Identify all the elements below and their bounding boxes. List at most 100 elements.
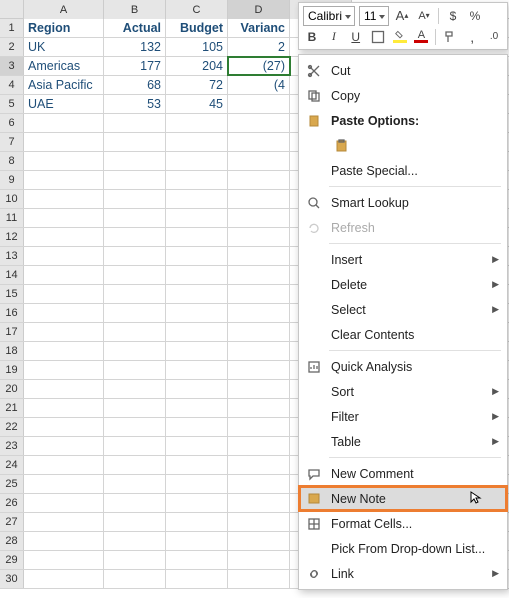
row-header[interactable]: 10 xyxy=(0,190,24,208)
cell[interactable] xyxy=(228,266,290,284)
menu-link[interactable]: Link ▶ xyxy=(299,561,507,586)
row-header[interactable]: 9 xyxy=(0,171,24,189)
cell[interactable]: 53 xyxy=(104,95,166,113)
cell[interactable] xyxy=(166,323,228,341)
cell[interactable] xyxy=(24,228,104,246)
menu-pick-from-list[interactable]: Pick From Drop-down List... xyxy=(299,536,507,561)
cell[interactable] xyxy=(228,399,290,417)
cell[interactable] xyxy=(24,494,104,512)
row-header[interactable]: 8 xyxy=(0,152,24,170)
cell[interactable] xyxy=(228,133,290,151)
border-icon[interactable] xyxy=(369,27,387,47)
row-header[interactable]: 27 xyxy=(0,513,24,531)
cell[interactable] xyxy=(24,190,104,208)
cell[interactable] xyxy=(24,171,104,189)
cell[interactable] xyxy=(104,247,166,265)
cell[interactable]: Region xyxy=(24,19,104,37)
cell[interactable] xyxy=(166,342,228,360)
cell[interactable] xyxy=(24,513,104,531)
row-header[interactable]: 13 xyxy=(0,247,24,265)
cell[interactable] xyxy=(166,532,228,550)
cell[interactable] xyxy=(24,342,104,360)
cell[interactable] xyxy=(166,456,228,474)
cell[interactable] xyxy=(104,266,166,284)
cell[interactable] xyxy=(228,551,290,569)
decrease-font-icon[interactable]: A▾ xyxy=(415,6,433,26)
cell[interactable] xyxy=(24,380,104,398)
cell[interactable] xyxy=(24,133,104,151)
cell[interactable]: 204 xyxy=(166,57,228,75)
cell[interactable] xyxy=(104,133,166,151)
cell[interactable] xyxy=(166,380,228,398)
menu-clear-contents[interactable]: Clear Contents xyxy=(299,322,507,347)
row-header[interactable]: 16 xyxy=(0,304,24,322)
cell[interactable] xyxy=(104,228,166,246)
menu-insert[interactable]: Insert▶ xyxy=(299,247,507,272)
cell[interactable] xyxy=(24,152,104,170)
cell[interactable] xyxy=(228,570,290,588)
row-header[interactable]: 14 xyxy=(0,266,24,284)
row-header[interactable]: 15 xyxy=(0,285,24,303)
col-header-b[interactable]: B xyxy=(104,0,166,19)
cell[interactable] xyxy=(228,209,290,227)
row-header[interactable]: 5 xyxy=(0,95,24,113)
cell[interactable] xyxy=(104,209,166,227)
cell[interactable]: Americas xyxy=(24,57,104,75)
cell[interactable] xyxy=(166,171,228,189)
row-header[interactable]: 30 xyxy=(0,570,24,588)
cell[interactable] xyxy=(166,418,228,436)
cell[interactable] xyxy=(104,456,166,474)
format-painter-icon[interactable] xyxy=(441,27,459,47)
cell[interactable] xyxy=(104,380,166,398)
col-header-d[interactable]: D xyxy=(228,0,290,19)
cell[interactable] xyxy=(24,114,104,132)
cell[interactable] xyxy=(228,380,290,398)
cell[interactable]: Varianc xyxy=(228,19,290,37)
cell[interactable] xyxy=(166,304,228,322)
cell[interactable]: 45 xyxy=(166,95,228,113)
cell[interactable]: 177 xyxy=(104,57,166,75)
row-header[interactable]: 28 xyxy=(0,532,24,550)
cell[interactable]: (4 xyxy=(228,76,290,94)
cell[interactable] xyxy=(104,152,166,170)
menu-delete[interactable]: Delete▶ xyxy=(299,272,507,297)
font-size-combo[interactable]: 11 xyxy=(359,6,389,26)
cell[interactable] xyxy=(228,304,290,322)
cell[interactable] xyxy=(104,304,166,322)
col-header-a[interactable]: A xyxy=(24,0,104,19)
cell[interactable] xyxy=(166,551,228,569)
increase-font-icon[interactable]: A▴ xyxy=(393,6,411,26)
font-combo[interactable]: Calibri xyxy=(303,6,355,26)
menu-quick-analysis[interactable]: Quick Analysis xyxy=(299,354,507,379)
menu-new-comment[interactable]: New Comment xyxy=(299,461,507,486)
cell[interactable] xyxy=(166,475,228,493)
row-header[interactable]: 23 xyxy=(0,437,24,455)
cell[interactable]: 132 xyxy=(104,38,166,56)
cell[interactable] xyxy=(166,361,228,379)
menu-cut[interactable]: Cut xyxy=(299,58,507,83)
cell[interactable] xyxy=(166,437,228,455)
cell[interactable]: Budget xyxy=(166,19,228,37)
cell[interactable] xyxy=(166,190,228,208)
menu-format-cells[interactable]: Format Cells... xyxy=(299,511,507,536)
row-header[interactable]: 17 xyxy=(0,323,24,341)
cell[interactable] xyxy=(104,171,166,189)
cell[interactable] xyxy=(166,266,228,284)
row-header[interactable]: 7 xyxy=(0,133,24,151)
cell[interactable] xyxy=(24,570,104,588)
paste-option-button[interactable] xyxy=(299,133,507,158)
fill-color-icon[interactable] xyxy=(391,27,409,47)
cell[interactable] xyxy=(24,266,104,284)
cell[interactable] xyxy=(104,361,166,379)
cell[interactable] xyxy=(228,437,290,455)
cell[interactable]: 2 xyxy=(228,38,290,56)
cell[interactable] xyxy=(228,532,290,550)
row-header[interactable]: 22 xyxy=(0,418,24,436)
bold-button[interactable]: B xyxy=(303,27,321,47)
row-header[interactable]: 6 xyxy=(0,114,24,132)
cell[interactable] xyxy=(104,114,166,132)
menu-select[interactable]: Select▶ xyxy=(299,297,507,322)
row-header[interactable]: 18 xyxy=(0,342,24,360)
cell[interactable] xyxy=(24,437,104,455)
cell[interactable] xyxy=(228,456,290,474)
